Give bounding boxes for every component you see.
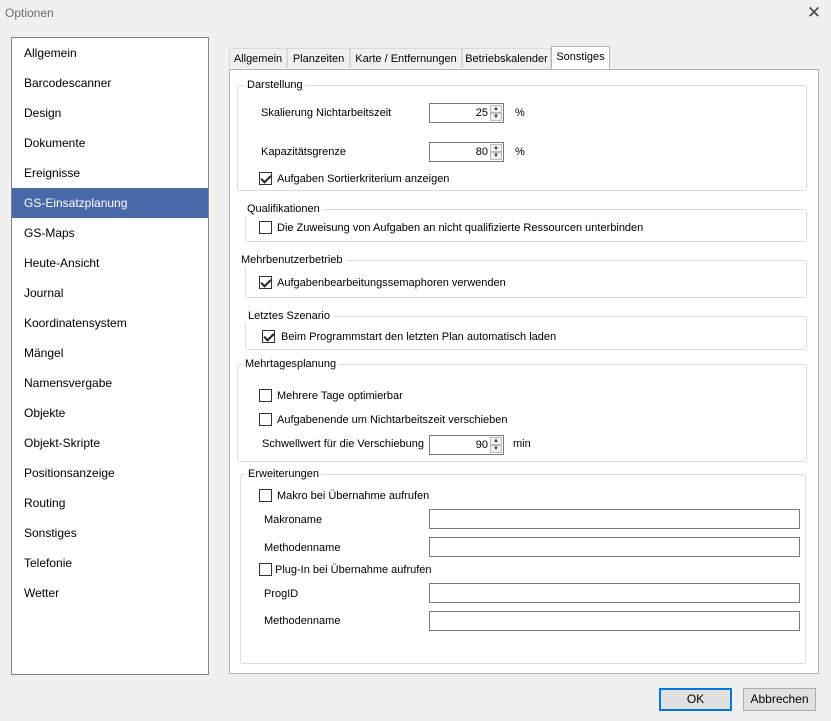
makro-checkbox[interactable]	[259, 489, 272, 502]
plugin-label: Plug-In bei Übernahme aufrufen	[275, 564, 432, 576]
kapazitaet-unit: %	[515, 146, 525, 158]
methodenname2-label: Methodenname	[264, 615, 341, 627]
programmstart-checkbox[interactable]	[262, 330, 275, 343]
group-mehrbenutzer-title: Mehrbenutzerbetrieb	[238, 253, 346, 267]
category-list: Allgemein Barcodescanner Design Dokumente Er…	[11, 37, 209, 675]
sidebar-item-positionsanzeige[interactable]: Positionsanzeige	[12, 458, 208, 488]
sidebar-item-telefonie[interactable]: Telefonie	[12, 548, 208, 578]
sidebar-item-ereignisse[interactable]: Ereignisse	[12, 158, 208, 188]
sidebar-item-mängel[interactable]: Mängel	[12, 338, 208, 368]
sidebar-item-sonstiges[interactable]: Sonstiges	[12, 518, 208, 548]
tab-sonstiges[interactable]: Sonstiges	[551, 46, 610, 69]
schwellwert-value: 90	[475, 439, 488, 451]
window-title: Optionen	[5, 6, 54, 20]
sidebar-item-journal[interactable]: Journal	[12, 278, 208, 308]
group-mehrtages-title: Mehrtagesplanung	[242, 357, 340, 371]
group-qualifikationen-title: Qualifikationen	[244, 202, 323, 216]
tab-allgemein[interactable]: Allgemein	[229, 48, 287, 68]
makroname-label: Makroname	[264, 514, 323, 526]
group-erweiterungen-title: Erweiterungen	[245, 467, 322, 481]
spin-up-icon[interactable]: ▲	[490, 105, 502, 113]
semaphoren-checkbox[interactable]	[259, 276, 272, 289]
sidebar-item-routing[interactable]: Routing	[12, 488, 208, 518]
skalierung-label: Skalierung Nichtarbeitszeit	[261, 107, 392, 119]
aufgabenende-checkbox[interactable]	[259, 413, 272, 426]
skalierung-unit: %	[515, 107, 525, 119]
schwellwert-unit: min	[513, 438, 531, 450]
group-mehrbenutzer: Mehrbenutzerbetrieb Aufgabenbearbeitungs…	[238, 253, 807, 298]
mehrere-label: Mehrere Tage optimierbar	[277, 390, 403, 402]
spin-down-icon[interactable]: ▼	[490, 113, 502, 121]
semaphoren-label: Aufgabenbearbeitungssemaphoren verwenden	[277, 277, 506, 289]
progid-label: ProgID	[264, 588, 299, 600]
group-szenario: Letztes Szenario Beim Programmstart den …	[245, 309, 807, 350]
schwellwert-label: Schwellwert für die Verschiebung	[262, 438, 425, 450]
tab-karte-entfernungen[interactable]: Karte / Entfernungen	[350, 48, 462, 68]
sidebar-item-gs-einsatzplanung[interactable]: GS-Einsatzplanung	[12, 188, 208, 218]
kapazitaet-spinner[interactable]: 80 ▲ ▼	[429, 142, 504, 162]
sidebar-item-namensvergabe[interactable]: Namensvergabe	[12, 368, 208, 398]
zuweisung-checkbox[interactable]	[259, 221, 272, 234]
tab-betriebskalender[interactable]: Betriebskalender	[462, 48, 551, 68]
mehrere-checkbox[interactable]	[259, 389, 272, 402]
ok-button[interactable]: OK	[659, 688, 732, 711]
sidebar-item-objekt-skripte[interactable]: Objekt-Skripte	[12, 428, 208, 458]
schwellwert-spinner[interactable]: 90 ▲ ▼	[429, 435, 504, 455]
group-darstellung: Darstellung Skalierung Nichtarbeitszeit …	[237, 78, 807, 191]
kapazitaet-label: Kapazitätsgrenze	[261, 146, 346, 158]
aufgabenende-label: Aufgabenende um Nichtarbeitszeit verschi…	[277, 414, 508, 426]
makroname-field[interactable]	[429, 509, 800, 529]
group-erweiterungen: Erweiterungen Makro bei Übernahme aufruf…	[240, 467, 806, 664]
makro-label: Makro bei Übernahme aufrufen	[277, 490, 430, 502]
cancel-button[interactable]: Abbrechen	[743, 688, 816, 711]
spin-up-icon[interactable]: ▲	[490, 437, 502, 445]
group-mehrtages: Mehrtagesplanung Mehrere Tage optimierba…	[237, 357, 807, 462]
spin-down-icon[interactable]: ▼	[490, 152, 502, 160]
sortier-checkbox[interactable]	[259, 172, 272, 185]
group-szenario-title: Letztes Szenario	[245, 309, 333, 323]
programmstart-label: Beim Programmstart den letzten Plan auto…	[281, 331, 557, 343]
tab-panel-sonstiges: Darstellung Skalierung Nichtarbeitszeit …	[229, 69, 819, 674]
sidebar-item-objekte[interactable]: Objekte	[12, 398, 208, 428]
sidebar-item-heute-ansicht[interactable]: Heute-Ansicht	[12, 248, 208, 278]
sidebar-item-allgemein[interactable]: Allgemein	[12, 38, 208, 68]
sidebar-item-koordinatensystem[interactable]: Koordinatensystem	[12, 308, 208, 338]
progid-field[interactable]	[429, 583, 800, 603]
group-darstellung-title: Darstellung	[244, 78, 306, 92]
sidebar-item-wetter[interactable]: Wetter	[12, 578, 208, 608]
kapazitaet-value: 80	[475, 146, 488, 158]
methodenname1-label: Methodenname	[264, 542, 341, 554]
plugin-checkbox[interactable]	[259, 563, 272, 576]
skalierung-spinner[interactable]: 25 ▲ ▼	[429, 103, 504, 123]
methodenname1-field[interactable]	[429, 537, 800, 557]
tab-planzeiten[interactable]: Planzeiten	[287, 48, 350, 68]
sidebar-item-dokumente[interactable]: Dokumente	[12, 128, 208, 158]
close-icon[interactable]: ✕	[803, 2, 825, 24]
sidebar-item-gs-maps[interactable]: GS-Maps	[12, 218, 208, 248]
sidebar-item-barcodescanner[interactable]: Barcodescanner	[12, 68, 208, 98]
group-qualifikationen: Qualifikationen Die Zuweisung von Aufgab…	[244, 202, 807, 242]
skalierung-value: 25	[475, 107, 488, 119]
sidebar-item-design[interactable]: Design	[12, 98, 208, 128]
zuweisung-label: Die Zuweisung von Aufgaben an nicht qual…	[277, 222, 644, 234]
sortier-label: Aufgaben Sortierkriterium anzeigen	[277, 173, 450, 185]
methodenname2-field[interactable]	[429, 611, 800, 631]
spin-down-icon[interactable]: ▼	[490, 445, 502, 453]
spin-up-icon[interactable]: ▲	[490, 144, 502, 152]
